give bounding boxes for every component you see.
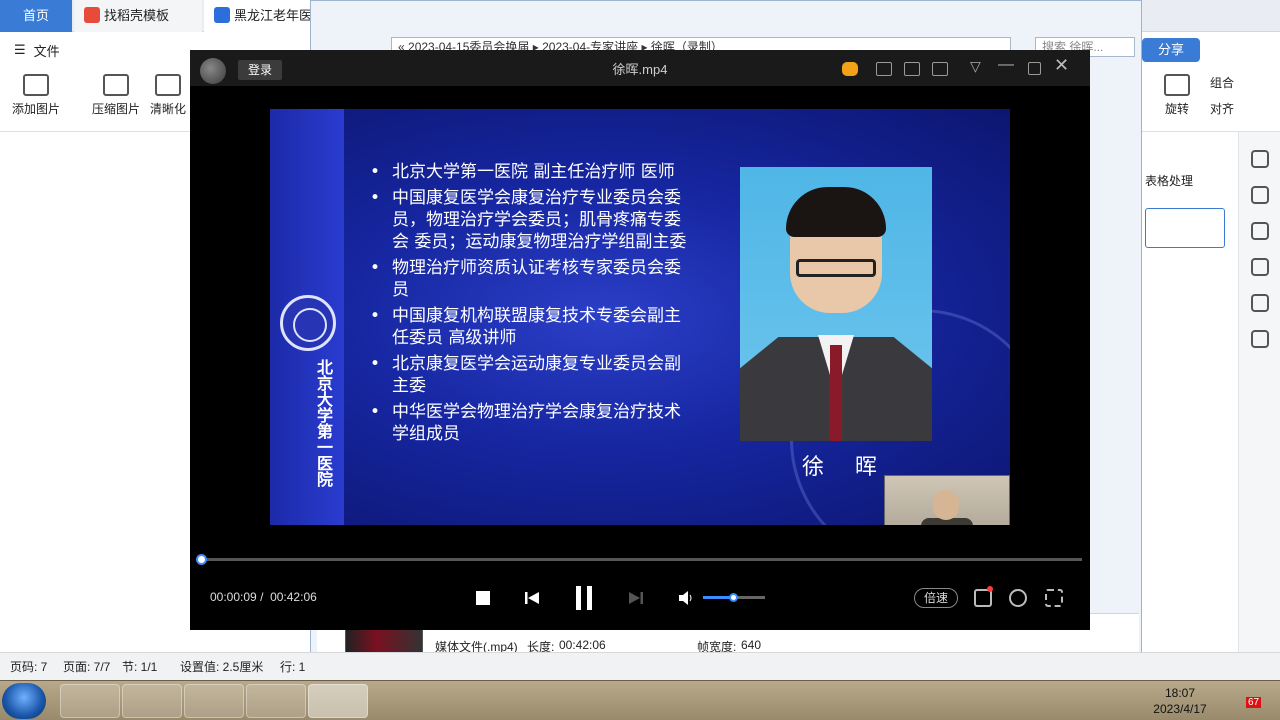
rotate-label: 旋转 — [1164, 102, 1189, 116]
slide-bullet: 北京大学第一医院 副主任治疗师 医师 — [370, 161, 690, 183]
current-time: 00:00:09 — [210, 590, 257, 604]
speaker-portrait — [740, 167, 932, 441]
slide-bullet: 中华医学会物理治疗学会康复治疗技术学组成员 — [370, 401, 690, 445]
minimize-icon[interactable]: — — [998, 56, 1014, 74]
player-logo-icon[interactable] — [200, 58, 226, 84]
folder-icon[interactable] — [932, 62, 948, 76]
group-button[interactable]: 组合 — [1210, 74, 1234, 91]
rotate-button[interactable]: 旋转 — [1164, 74, 1190, 117]
taskbar-app-browser[interactable] — [60, 684, 120, 718]
tab-template[interactable]: 找稻壳模板 — [74, 0, 202, 32]
adjust-icon[interactable] — [1250, 222, 1269, 240]
tab-home[interactable]: 首页 — [0, 0, 72, 32]
clock-date: 2023/4/17 — [1153, 702, 1207, 716]
tab-template-label: 找稻壳模板 — [104, 8, 170, 23]
rotate-icon — [1164, 74, 1190, 96]
start-button[interactable] — [2, 683, 46, 719]
status-setting: 设置值: 2.5厘米 — [180, 660, 264, 674]
stop-button[interactable] — [476, 591, 490, 605]
progress-handle[interactable] — [196, 554, 207, 565]
university-seal-icon — [280, 295, 336, 351]
edit-icon[interactable] — [1250, 150, 1269, 168]
fullscreen-icon[interactable] — [1045, 589, 1063, 607]
pin-icon[interactable] — [904, 62, 920, 76]
taskbar-app-explorer[interactable] — [184, 684, 244, 718]
video-frame[interactable]: 北京大学第一医院 北京大学第一医院 副主任治疗师 医师 中国康复医学会康复治疗专… — [270, 109, 1010, 525]
effects-icon[interactable] — [1250, 258, 1269, 276]
volume-icon[interactable] — [678, 590, 694, 606]
compress-image-button[interactable]: 压缩图片 — [92, 74, 140, 117]
settings-icon[interactable] — [1009, 589, 1027, 607]
status-section: 节: 1/1 — [122, 660, 158, 674]
status-page: 页码: 7 — [10, 660, 48, 674]
book-icon[interactable] — [1250, 294, 1269, 312]
school-name: 北京大学第一医院 — [314, 359, 333, 487]
notification-badge[interactable]: 67 — [1246, 697, 1262, 708]
slide-bullet: 物理治疗师资质认证考核专家委员会委员 — [370, 257, 690, 301]
tab-document-label: 黑龙江老年医… — [234, 8, 314, 23]
slide-bullet: 中国康复医学会康复治疗专业委员会委员，物理治疗学会委员；肌骨疼痛专委会 委员；运… — [370, 187, 690, 253]
align-button[interactable]: 对齐 — [1210, 100, 1234, 117]
compress-image-label: 压缩图片 — [92, 102, 141, 116]
taskbar-app-player[interactable] — [122, 684, 182, 718]
task-pane-title: 表格处理 — [1145, 174, 1194, 188]
video-player-window: 徐晖.mp4 登录 ▽ — ✕ 北京大学第一医院 北京大学第一医院 副主任治疗师… — [190, 50, 1090, 630]
cursor-icon[interactable] — [1250, 186, 1269, 204]
windows-taskbar: 18:07 2023/4/17 67 — [0, 680, 1280, 720]
image-icon — [23, 74, 49, 96]
taskbar-app-video-active[interactable] — [308, 684, 368, 718]
webcam-inset — [884, 475, 1010, 525]
login-button[interactable]: 登录 — [238, 60, 283, 80]
slide-bullet: 中国康复机构联盟康复技术专委会副主任委员 高级讲师 — [370, 305, 690, 349]
menu-icon[interactable]: ☰ — [14, 42, 26, 58]
player-title: 徐晖.mp4 — [612, 62, 668, 77]
add-image-label: 添加图片 — [12, 102, 61, 116]
close-icon[interactable]: ✕ — [1054, 55, 1069, 76]
next-button[interactable] — [628, 590, 644, 606]
game-icon[interactable] — [842, 62, 858, 76]
length-value: 00:42:06 — [559, 638, 606, 652]
system-clock[interactable]: 18:07 2023/4/17 — [1150, 685, 1210, 717]
time-display: 00:00:09 / 00:42:06 — [210, 590, 317, 604]
sharpen-button[interactable]: 清晰化 — [150, 74, 186, 117]
time-separator: / — [260, 590, 264, 604]
task-pane-input[interactable] — [1145, 208, 1225, 248]
speaker-name: 徐 晖 — [802, 455, 889, 480]
window-mode-icon[interactable] — [876, 62, 892, 76]
taskbar-app-wps[interactable] — [246, 684, 306, 718]
frame-width-value: 640 — [741, 638, 762, 652]
status-pages: 页面: 7/7 — [63, 660, 111, 674]
wps-status-bar: 页码: 7 页面: 7/7 节: 1/1 设置值: 2.5厘米 行: 1 — [0, 652, 1280, 680]
volume-handle[interactable] — [729, 593, 738, 602]
total-time: 00:42:06 — [270, 590, 317, 604]
share-button[interactable]: 分享 — [1142, 38, 1200, 62]
docer-icon — [84, 7, 100, 23]
add-image-button[interactable]: 添加图片 — [12, 74, 60, 117]
writer-icon — [214, 7, 230, 23]
wps-menu-row: ☰ 文件 — [0, 40, 60, 60]
document-left-area — [0, 132, 190, 652]
clock-time: 18:07 — [1164, 686, 1196, 700]
sharpen-icon — [155, 74, 181, 96]
pause-button[interactable] — [574, 586, 596, 610]
compress-icon — [103, 74, 129, 96]
slide-bullet: 北京康复医学会运动康复专业委员会副主委 — [370, 353, 690, 397]
player-title-bar: 徐晖.mp4 登录 ▽ — ✕ — [190, 50, 1090, 86]
progress-track[interactable] — [200, 558, 1082, 561]
tab-document[interactable]: 黑龙江老年医… — [204, 0, 314, 32]
maximize-icon[interactable] — [1028, 62, 1041, 75]
sharpen-label: 清晰化 — [150, 102, 187, 116]
location-icon[interactable] — [1250, 330, 1269, 348]
slide-bullet-list: 北京大学第一医院 副主任治疗师 医师 中国康复医学会康复治疗专业委员会委员，物理… — [370, 161, 690, 449]
menu-dropdown-icon[interactable]: ▽ — [970, 58, 981, 75]
speed-button[interactable]: 倍速 — [914, 588, 958, 608]
menu-file[interactable]: 文件 — [34, 41, 60, 60]
notification-dot — [987, 586, 993, 592]
previous-button[interactable] — [524, 590, 540, 606]
status-row: 行: 1 — [280, 660, 306, 674]
wps-right-sidebar — [1238, 132, 1280, 652]
